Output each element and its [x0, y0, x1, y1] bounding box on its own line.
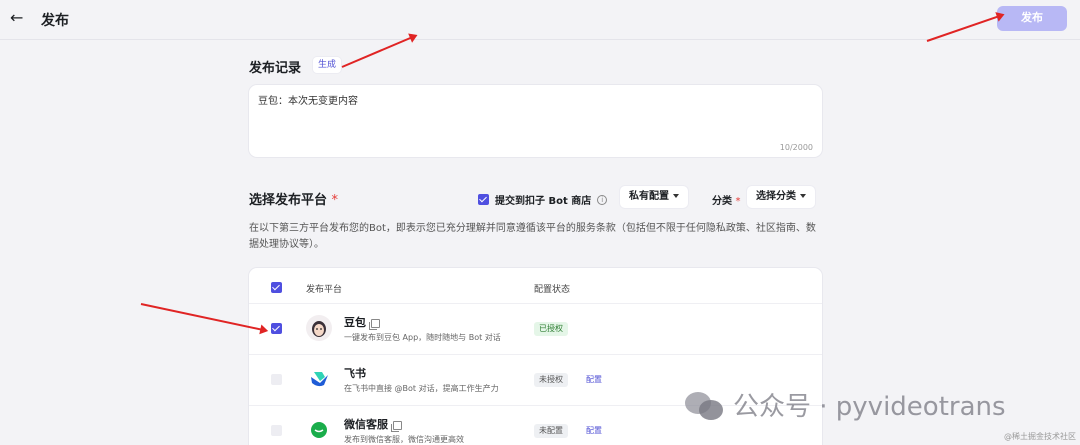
platform-name: 微信客服 [344, 416, 402, 432]
category-select-label: 选择分类 [756, 191, 796, 202]
watermark-small: @稀土掘金技术社区 [1004, 432, 1076, 441]
category-label-text: 分类 [712, 196, 732, 207]
configure-link[interactable]: 配置 [586, 424, 602, 438]
platform-desc: 一键发布到豆包 App，随时随地与 Bot 对话 [344, 333, 501, 342]
char-counter: 10/2000 [779, 143, 813, 152]
select-all-checkbox[interactable] [271, 282, 282, 293]
store-submit-option[interactable]: 提交到扣子 Bot 商店 i [478, 192, 608, 207]
platform-desc: 在飞书中直接 @Bot 对话，提高工作生产力 [344, 384, 499, 393]
watermark-text: 公众号 · pyvideotrans [733, 392, 1006, 422]
terms-description: 在以下第三方平台发布您的Bot，即表示您已充分理解并同意遵循该平台的服务条款（包… [249, 223, 816, 250]
table-row: 豆包 一键发布到豆包 App，随时随地与 Bot 对话 已授权 [249, 303, 822, 354]
platform-title-text: 选择发布平台 [249, 193, 328, 208]
copy-icon[interactable] [391, 420, 402, 432]
header-status: 配置状态 [534, 285, 571, 295]
store-label: 提交到扣子 Bot 商店 [495, 196, 592, 207]
arrow-left-icon[interactable]: ← [10, 9, 28, 27]
platform-name: 豆包 [344, 314, 380, 330]
publish-button[interactable]: 发布 [997, 6, 1067, 31]
doubao-logo [306, 315, 332, 341]
platform-name-text: 飞书 [344, 367, 366, 380]
annotation-arrow [140, 303, 267, 332]
private-config-label: 私有配置 [629, 191, 669, 202]
caret-down-icon [800, 194, 806, 198]
category-required-mark: * [735, 196, 741, 207]
row-checkbox[interactable] [271, 425, 282, 436]
platform-name-text: 豆包 [344, 316, 366, 329]
platform-title: 选择发布平台 * [249, 189, 338, 208]
category-dropdown[interactable]: 选择分类 [747, 186, 815, 208]
required-mark: * [331, 193, 339, 208]
platform-name: 飞书 [344, 365, 366, 381]
status-badge: 未配置 [534, 424, 568, 438]
wechat-icon [685, 390, 725, 420]
platform-name-text: 微信客服 [344, 418, 388, 431]
top-bar: ← 发布 发布 [0, 0, 1080, 40]
record-textarea-value: 豆包：本次无变更内容 [258, 96, 358, 107]
status-badge: 已授权 [534, 322, 568, 336]
header-platform: 发布平台 [306, 285, 343, 295]
wechat-service-logo [306, 417, 332, 443]
watermark: 公众号 · pyvideotrans [685, 386, 1006, 423]
record-textarea[interactable]: 豆包：本次无变更内容 10/2000 [249, 85, 822, 157]
page-title: 发布 [41, 13, 69, 29]
caret-down-icon [673, 194, 679, 198]
record-title: 发布记录 [249, 61, 302, 76]
row-checkbox[interactable] [271, 374, 282, 385]
status-badge: 未授权 [534, 373, 568, 387]
category-label: 分类 * [712, 192, 740, 207]
platform-desc: 发布到微信客服，微信沟通更高效 [344, 435, 464, 444]
copy-icon[interactable] [369, 318, 380, 330]
generate-button[interactable]: 生成 [313, 57, 342, 73]
configure-link[interactable]: 配置 [586, 373, 602, 387]
store-checkbox[interactable] [478, 194, 489, 205]
private-config-dropdown[interactable]: 私有配置 [620, 186, 688, 208]
row-checkbox[interactable] [271, 323, 282, 334]
feishu-logo [306, 366, 332, 392]
info-icon[interactable]: i [597, 194, 608, 205]
